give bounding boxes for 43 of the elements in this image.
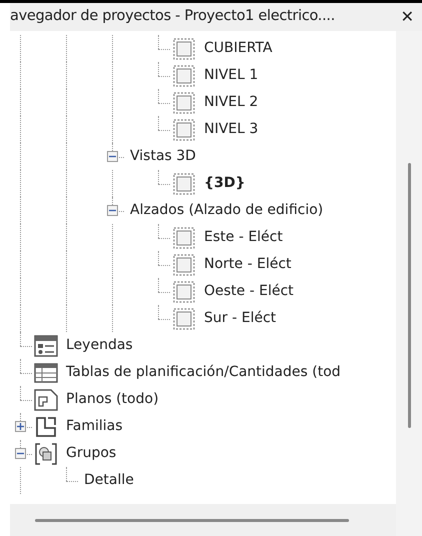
tree-item[interactable]: Leyendas: [66, 335, 133, 356]
collapse-toggle[interactable]: [15, 448, 26, 459]
tree-item[interactable]: Sur - Eléct: [204, 308, 276, 329]
minus-icon: [109, 153, 116, 160]
minus-icon: [109, 207, 116, 214]
view-icon: [173, 254, 195, 276]
tree-item[interactable]: Norte - Eléct: [204, 254, 292, 275]
collapse-toggle[interactable]: [107, 205, 118, 216]
view-icon: [173, 172, 195, 194]
horizontal-scrollbar[interactable]: [35, 518, 349, 522]
tree-item[interactable]: NIVEL 2: [204, 92, 258, 113]
view-icon: [173, 226, 195, 248]
collapse-toggle[interactable]: [107, 151, 118, 162]
tree-item[interactable]: CUBIERTA: [204, 38, 272, 59]
tree-item[interactable]: Vistas 3D: [130, 146, 196, 167]
tree-item[interactable]: Planos (todo): [66, 389, 159, 410]
tree-item[interactable]: Tablas de planificación/Cantidades (tod: [66, 362, 341, 383]
view-icon: [173, 280, 195, 302]
view-icon: [173, 308, 195, 330]
tree-item[interactable]: NIVEL 3: [204, 119, 258, 140]
expand-toggle[interactable]: [15, 421, 26, 432]
tree-item[interactable]: Alzados (Alzado de edificio): [130, 200, 324, 221]
table-icon: [34, 362, 58, 382]
view-icon: [173, 92, 195, 114]
tree-item[interactable]: Detalle: [84, 470, 134, 491]
group-icon: [35, 442, 57, 464]
view-icon: [173, 118, 195, 140]
tree-item[interactable]: {3D}: [204, 173, 246, 194]
plus-icon: [17, 423, 24, 430]
view-icon: [173, 38, 195, 60]
view-icon: [173, 64, 195, 86]
family-icon: [35, 416, 57, 438]
tree-item[interactable]: Grupos: [66, 443, 116, 464]
minus-icon: [17, 450, 24, 457]
legend-icon: [34, 334, 58, 356]
tree-item[interactable]: Este - Eléct: [204, 227, 283, 248]
tree-item[interactable]: Familias: [66, 416, 123, 437]
sheet-icon: [34, 388, 58, 410]
panel-title: avegador de proyectos - Proyecto1 electrico....: [10, 7, 335, 26]
tree-item[interactable]: NIVEL 1: [204, 65, 258, 86]
tree-item[interactable]: Oeste - Eléct: [204, 281, 294, 302]
close-button[interactable]: ✕: [398, 5, 416, 29]
vertical-scrollbar[interactable]: [408, 163, 410, 428]
